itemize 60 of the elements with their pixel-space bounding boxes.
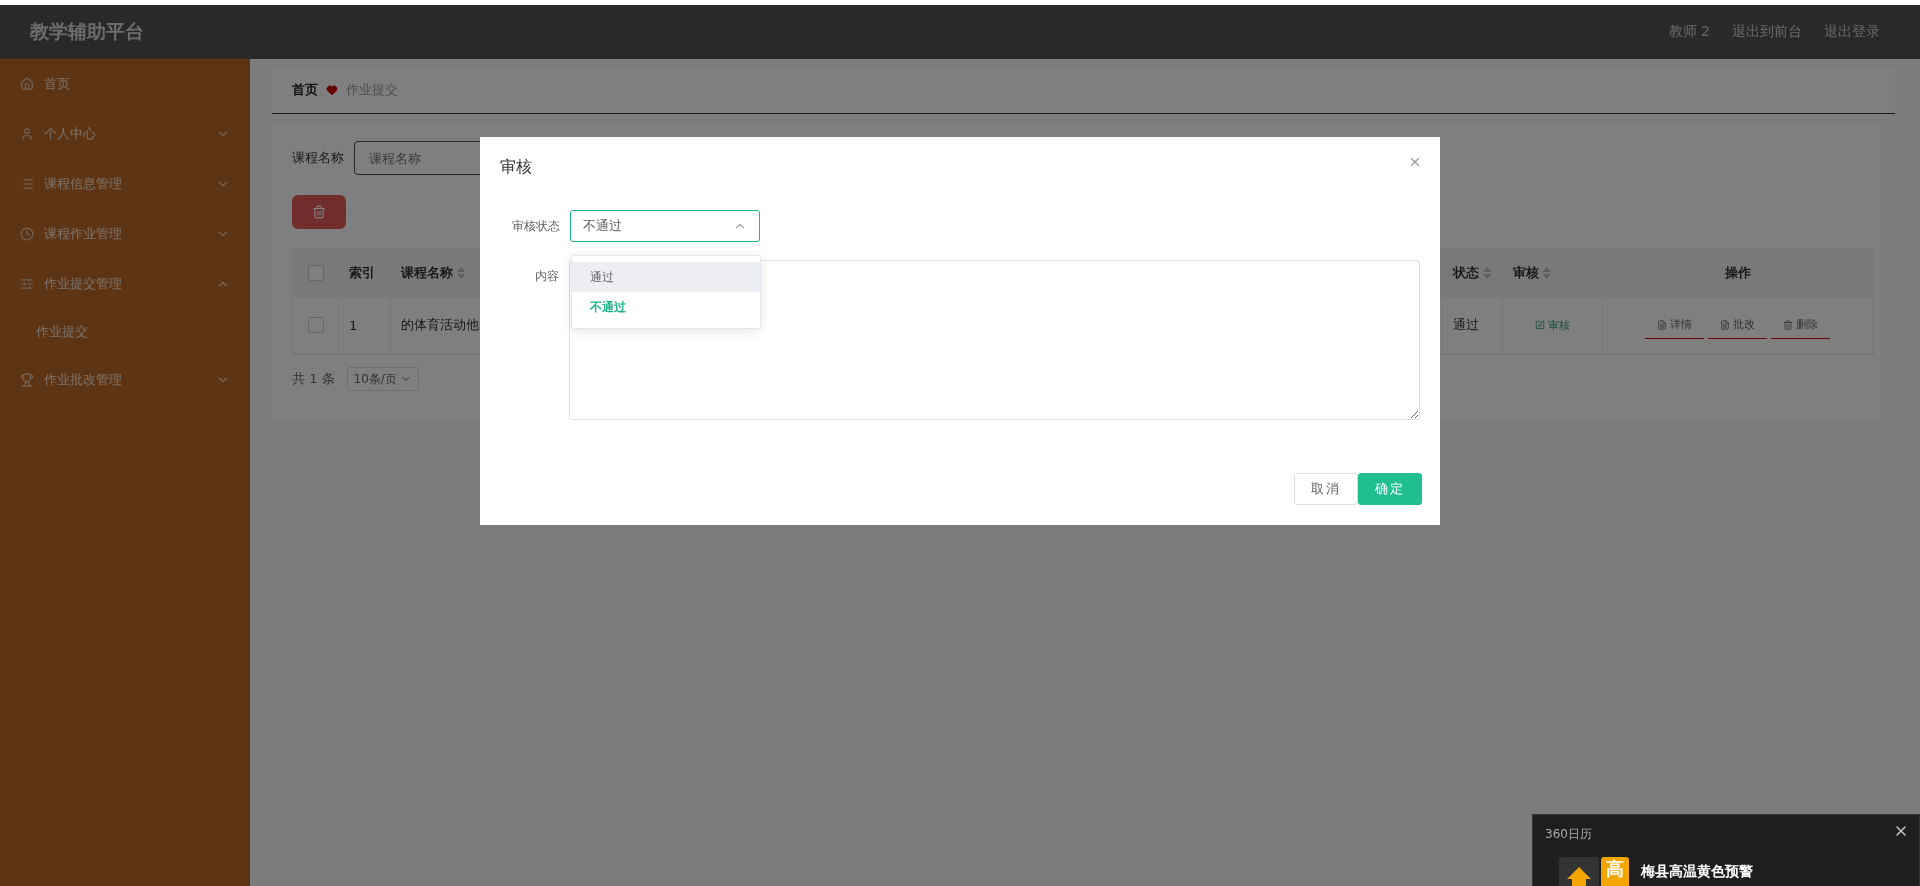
review-link[interactable]: 审核 — [1535, 317, 1570, 333]
delete-button[interactable] — [292, 195, 346, 229]
column-header: 索引 — [339, 250, 391, 296]
table-cell: 1 — [339, 297, 391, 353]
table-cell: 通过 — [1443, 297, 1503, 353]
user-icon — [20, 127, 34, 141]
close-button[interactable] — [1408, 155, 1422, 169]
total-count: 共 1 条 — [292, 370, 335, 388]
heart-icon — [326, 84, 338, 96]
document-icon — [1657, 319, 1667, 330]
sidebar-label: 作业提交管理 — [44, 275, 123, 293]
form-label: 内容 — [534, 268, 561, 285]
notification-app: 360日历 — [1545, 826, 1592, 843]
page-size-select[interactable]: 10条/页 — [346, 367, 419, 391]
action-link[interactable]: 详情 — [1645, 317, 1704, 339]
sliders-icon — [20, 277, 34, 291]
home-icon — [20, 77, 34, 91]
column-header: 审核 — [1503, 250, 1603, 296]
document-icon — [1720, 319, 1730, 330]
column-header: 操作 — [1603, 250, 1873, 296]
cancel-button[interactable]: 取消 — [1294, 473, 1358, 505]
sidebar-label: 首页 — [44, 75, 71, 93]
action-link[interactable]: 删除 — [1771, 317, 1830, 339]
alert-badge: 高 — [1601, 857, 1629, 886]
sidebar-item[interactable]: 首页 — [0, 59, 250, 109]
sidebar-item[interactable]: 课程信息管理 — [0, 159, 250, 209]
submenu-item[interactable]: 作业提交 — [0, 309, 250, 355]
checkbox[interactable] — [307, 265, 324, 281]
checkbox[interactable] — [307, 317, 324, 333]
trash-icon — [312, 205, 326, 219]
list-icon — [20, 177, 34, 191]
dropdown-option[interactable]: 通过 — [572, 262, 760, 292]
dropdown-option[interactable]: 不通过 — [572, 292, 760, 322]
action-link[interactable]: 批改 — [1708, 317, 1767, 339]
trash-icon — [1783, 319, 1793, 330]
sidebar-item[interactable]: 作业提交管理 — [0, 259, 250, 309]
confirm-button[interactable]: 确定 — [1358, 473, 1422, 505]
sidebar-item[interactable]: 课程作业管理 — [0, 209, 250, 259]
search-label: 课程名称 — [292, 149, 344, 167]
sidebar-label: 作业批改管理 — [44, 371, 123, 389]
sort-icon[interactable] — [457, 267, 465, 279]
trophy-icon — [20, 373, 34, 387]
edit-icon — [1535, 320, 1545, 330]
sidebar-label: 课程信息管理 — [44, 175, 123, 193]
form-label: 审核状态 — [511, 217, 561, 235]
sort-icon[interactable] — [1483, 267, 1491, 279]
breadcrumb-item[interactable]: 首页 — [292, 81, 318, 99]
sidebar-item[interactable]: 作业批改管理 — [0, 355, 250, 405]
column-header: 状态 — [1443, 250, 1503, 296]
content-field[interactable] — [569, 260, 1420, 420]
sidebar-label: 个人中心 — [44, 125, 97, 143]
notification-title: 梅县高温黄色预警 — [1641, 863, 1753, 881]
clock-icon — [20, 227, 34, 241]
header-link[interactable]: 退出登录 — [1824, 23, 1880, 41]
dialog-title: 审核 — [500, 157, 532, 178]
sort-icon[interactable] — [1543, 267, 1551, 279]
sidebar-label: 课程作业管理 — [44, 225, 123, 243]
sidebar-item[interactable]: 个人中心 — [0, 109, 250, 159]
app-title: 教学辅助平台 — [30, 19, 144, 44]
header-link[interactable]: 退出到前台 — [1732, 23, 1802, 41]
